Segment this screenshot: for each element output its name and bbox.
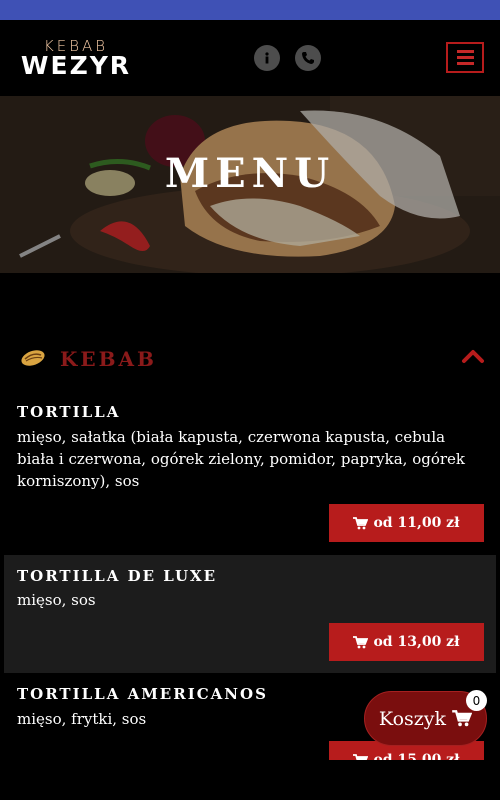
hamburger-line xyxy=(456,62,474,65)
cart-icon xyxy=(353,753,369,760)
menu-item: TORTILLA mięso, sałatka (biała kapusta, … xyxy=(4,395,496,553)
menu-item-description: mięso, sałatka (biała kapusta, czerwona … xyxy=(17,428,466,490)
menu-item-description: mięso, sos xyxy=(17,591,96,609)
chevron-up-icon[interactable] xyxy=(461,348,485,368)
price-label: od 13,00 zł xyxy=(373,634,460,650)
cart-icon xyxy=(353,635,369,648)
tortilla-icon xyxy=(20,348,46,372)
site-header: KEBAB WEZYR xyxy=(0,20,500,96)
price-label: od 11,00 zł xyxy=(373,515,460,531)
price-label: od 15,00 zł xyxy=(373,752,460,760)
page-title: MENU xyxy=(164,150,336,197)
cart-label: Koszyk xyxy=(378,707,447,730)
menu-item-name: TORTILLA xyxy=(17,403,121,421)
cart-icon xyxy=(353,516,369,529)
hamburger-menu-button[interactable] xyxy=(446,42,484,73)
category-header-kebab[interactable]: KEBAB xyxy=(0,340,500,380)
add-to-cart-button[interactable]: od 11,00 zł xyxy=(329,504,484,542)
category-title: KEBAB xyxy=(60,347,157,371)
logo[interactable]: KEBAB WEZYR xyxy=(18,37,134,81)
hero-banner: MENU xyxy=(0,96,500,273)
phone-icon[interactable] xyxy=(295,45,321,71)
cart-icon xyxy=(452,710,473,727)
hamburger-line xyxy=(456,50,474,53)
hamburger-line xyxy=(456,56,474,59)
add-to-cart-button[interactable]: od 13,00 zł xyxy=(329,623,484,661)
menu-item: TORTILLA DE LUXE mięso, sos od 13,00 zł xyxy=(4,555,496,673)
logo-bottom-text: WEZYR xyxy=(20,51,132,80)
menu-item-name: TORTILLA AMERICANOS xyxy=(17,685,268,703)
cart-count-badge: 0 xyxy=(466,690,487,711)
menu-item-name: TORTILLA DE LUXE xyxy=(17,567,218,585)
info-icon[interactable] xyxy=(254,45,280,71)
system-status-bar xyxy=(0,0,500,20)
